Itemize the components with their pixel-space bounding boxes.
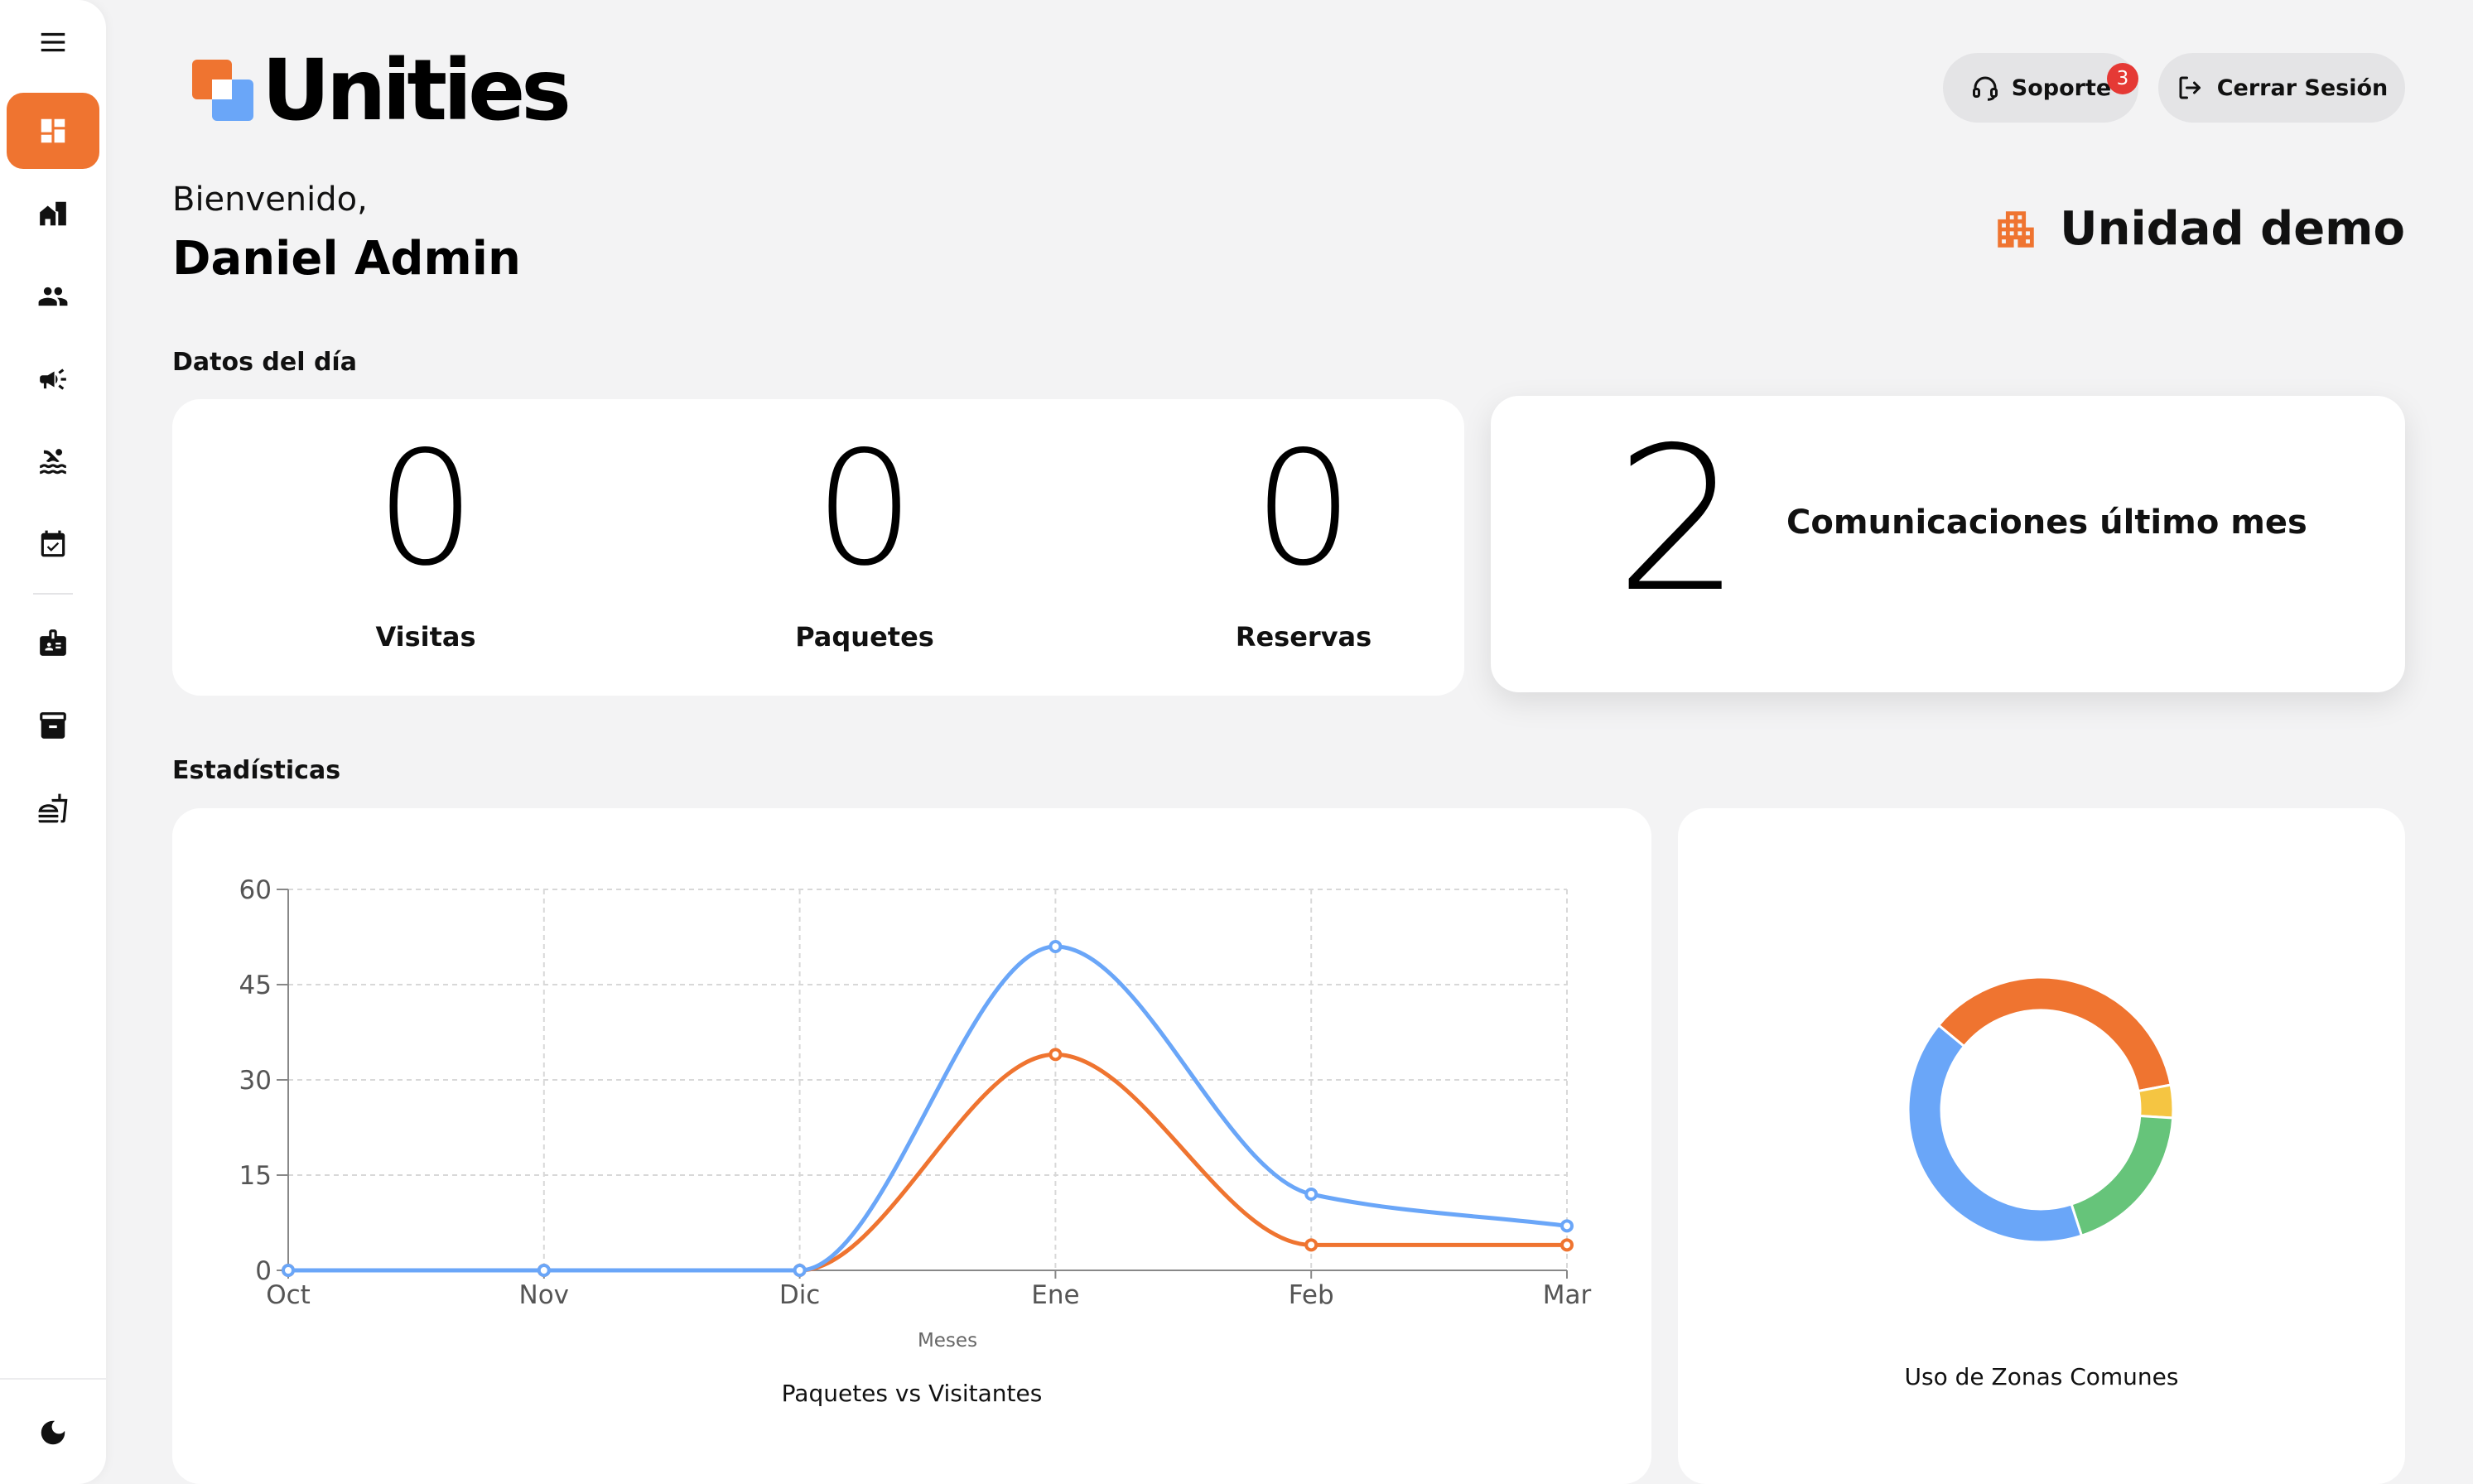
moon-icon <box>41 1420 65 1445</box>
sidebar-item-units[interactable] <box>7 176 99 252</box>
support-label: Soporte <box>2011 75 2112 101</box>
archive-box-icon <box>40 712 66 739</box>
x-tick-label: Ene <box>1031 1280 1079 1310</box>
logo-text: Unities <box>262 41 571 140</box>
line-chart-card: 0 15 30 45 60 Oct Nov Dic Ene Feb Mar Meses Paquete… <box>172 808 1651 1484</box>
sidebar-item-services[interactable] <box>7 770 99 846</box>
sidebar-item-packages[interactable] <box>7 687 99 764</box>
y-tick-label: 15 <box>239 1161 272 1191</box>
series-line <box>288 944 1568 1273</box>
x-tick-label: Nov <box>519 1280 570 1310</box>
stat-reservations-value: 0 <box>1253 417 1354 600</box>
logo-mark-icon <box>192 60 255 123</box>
stat-packages-label: Paquetes <box>795 621 934 653</box>
data-point <box>1048 940 1063 953</box>
communications-card[interactable]: 2 Comunicaciones último mes <box>1491 396 2405 692</box>
x-tick-label: Mar <box>1543 1280 1592 1310</box>
stat-packages-value: 0 <box>814 417 915 600</box>
data-point <box>1560 1219 1574 1233</box>
donut-slice <box>1936 976 2172 1093</box>
headset-icon <box>1972 76 1998 101</box>
x-axis-label: Meses <box>918 1330 977 1352</box>
donut-slice <box>2137 1083 2175 1120</box>
app-logo[interactable]: Unities <box>192 41 571 140</box>
x-tick-label: Oct <box>266 1280 311 1310</box>
logout-button[interactable]: Cerrar Sesión <box>2158 53 2405 123</box>
statistics-title: Estadísticas <box>172 756 341 785</box>
data-point <box>793 1264 807 1277</box>
data-point <box>282 1264 295 1277</box>
building-home-icon <box>40 201 66 226</box>
logout-label: Cerrar Sesión <box>2216 75 2389 101</box>
data-point <box>537 1264 551 1277</box>
pool-icon <box>40 449 66 475</box>
theme-toggle-button[interactable] <box>7 1395 99 1471</box>
sidebar-item-reservations[interactable] <box>7 507 99 583</box>
donut-chart-title: Uso de Zonas Comunes <box>1904 1363 2179 1390</box>
id-card-icon <box>40 629 66 656</box>
donut-chart-card: Uso de Zonas Comunes <box>1678 808 2405 1484</box>
stat-visits-label: Visitas <box>375 621 476 653</box>
sidebar <box>0 0 106 1484</box>
unit-name: Unidad demo <box>2060 202 2405 256</box>
dashboard-icon <box>41 118 65 143</box>
donut-slice <box>2070 1114 2175 1238</box>
unit-selector[interactable]: Unidad demo <box>1992 202 2405 256</box>
apartment-building-icon <box>1998 210 2034 248</box>
x-tick-label: Dic <box>779 1280 821 1310</box>
menu-toggle-button[interactable] <box>7 5 99 80</box>
stat-visits-value: 0 <box>375 417 476 600</box>
x-tick-label: Feb <box>1289 1280 1334 1310</box>
y-tick-label: 45 <box>239 971 272 1000</box>
food-service-icon <box>38 793 68 823</box>
daily-data-title: Datos del día <box>172 348 357 377</box>
y-tick-label: 60 <box>239 875 272 905</box>
sidebar-divider <box>33 593 73 595</box>
support-notification-badge: 3 <box>2107 63 2138 94</box>
calendar-check-icon <box>41 530 65 557</box>
people-icon <box>38 287 68 306</box>
data-point <box>1304 1238 1318 1252</box>
support-button[interactable]: Soporte 3 <box>1943 53 2138 123</box>
sidebar-item-visitors[interactable] <box>7 605 99 681</box>
sidebar-item-dashboard[interactable] <box>7 93 99 169</box>
donut-slice <box>1907 1023 2084 1244</box>
data-point <box>1304 1188 1318 1201</box>
sidebar-bottom-divider <box>0 1378 106 1380</box>
megaphone-icon <box>40 369 66 390</box>
sidebar-item-common-areas[interactable] <box>7 424 99 500</box>
sidebar-item-residents[interactable] <box>7 258 99 335</box>
stat-reservations: 0 Reservas <box>1179 431 1428 653</box>
user-name: Daniel Admin <box>172 232 521 286</box>
stat-visits: 0 Visitas <box>301 431 550 653</box>
sidebar-item-announcements[interactable] <box>7 341 99 417</box>
logout-icon <box>2179 76 2201 99</box>
line-chart-title: Paquetes vs Visitantes <box>781 1380 1043 1407</box>
hamburger-menu-icon <box>41 32 65 52</box>
y-tick-label: 30 <box>239 1066 272 1096</box>
welcome-text: Bienvenido, <box>172 181 368 219</box>
series-line <box>288 1052 1567 1273</box>
communications-count: 2 <box>1615 404 1742 636</box>
daily-stats-card: 0 Visitas 0 Paquetes 0 Reservas <box>172 399 1464 696</box>
stat-reservations-label: Reservas <box>1235 621 1372 653</box>
data-point <box>1560 1238 1574 1252</box>
data-point <box>1048 1048 1063 1062</box>
stat-packages: 0 Paquetes <box>740 431 989 653</box>
communications-label: Comunicaciones último mes <box>1786 504 2307 542</box>
